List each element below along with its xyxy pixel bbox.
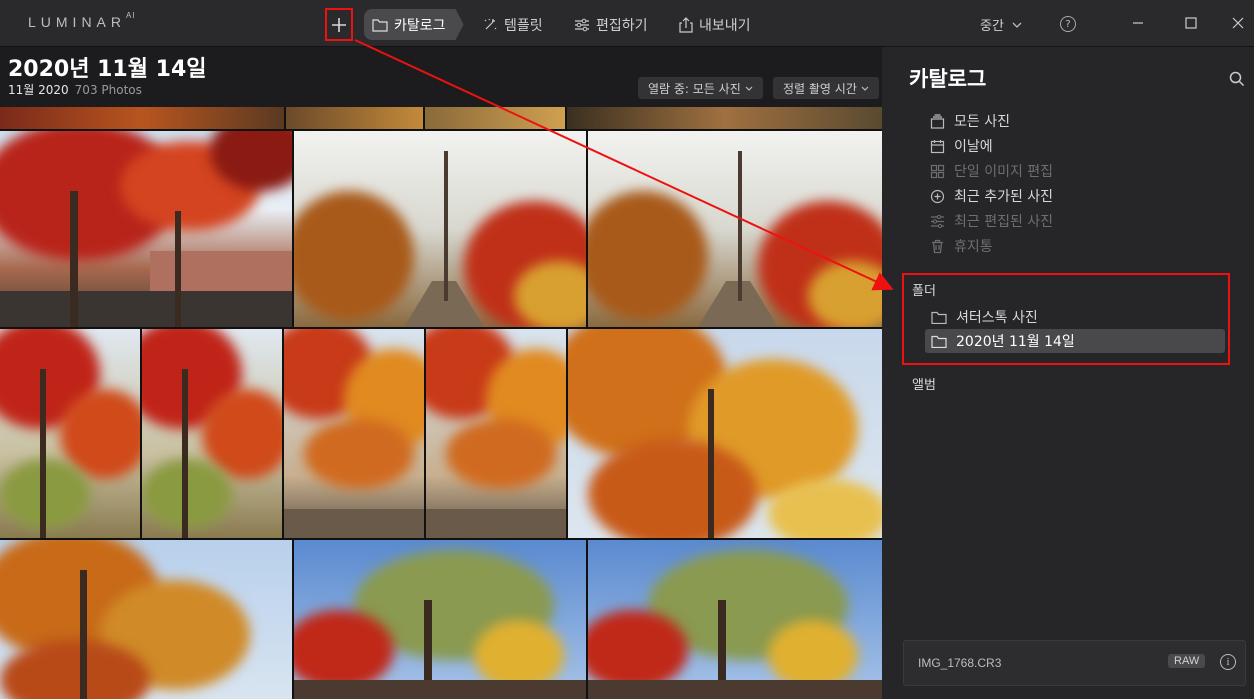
sidebar-item-label: 모든 사진 bbox=[954, 114, 1010, 130]
sidebar-item-on-this-day[interactable]: 이날에 bbox=[930, 134, 993, 158]
view-filter-dropdown[interactable]: 열람 중: 모든 사진 bbox=[638, 77, 763, 99]
gallery-title: 2020년 11월 14일 bbox=[8, 57, 207, 82]
help-icon[interactable]: ? bbox=[1060, 16, 1076, 32]
maximize-button[interactable] bbox=[1181, 13, 1201, 33]
folder-icon bbox=[372, 18, 388, 32]
plus-icon bbox=[332, 17, 346, 32]
photo-count: 703 Photos bbox=[74, 83, 142, 97]
photo-thumbnail[interactable] bbox=[284, 329, 424, 538]
zoom-label: 중간 bbox=[980, 19, 1004, 34]
add-photos-button[interactable] bbox=[325, 8, 353, 41]
photo-thumbnail[interactable] bbox=[568, 329, 882, 538]
close-button[interactable] bbox=[1228, 13, 1248, 33]
folder-item-2020-11-14[interactable]: 2020년 11월 14일 bbox=[925, 329, 1225, 353]
app-logo: LUMINARAI bbox=[28, 11, 136, 30]
catalog-sidebar: 카탈로그 모든 사진 이날에 단일 이미지 편집 최근 추가된 사진 최근 편집… bbox=[882, 47, 1254, 699]
top-bar: LUMINARAI 카탈로그 템플릿 편집하기 내보내기 중간 ? bbox=[0, 0, 1254, 47]
sparkle-icon bbox=[484, 18, 497, 29]
tab-export[interactable]: 내보내기 bbox=[671, 9, 763, 40]
folder-icon bbox=[931, 311, 947, 324]
tab-edit-label: 편집하기 bbox=[596, 17, 648, 34]
tab-templates[interactable]: 템플릿 bbox=[474, 9, 555, 40]
tab-catalog-label: 카탈로그 bbox=[394, 17, 446, 34]
folder-item-label: 2020년 11월 14일 bbox=[956, 334, 1075, 350]
photo-thumbnail[interactable] bbox=[294, 131, 586, 327]
calendar-icon bbox=[930, 139, 945, 153]
help-label: ? bbox=[1065, 18, 1071, 30]
sidebar-item-trash[interactable]: 휴지통 bbox=[930, 234, 993, 258]
view-filter-label: 열람 중: 모든 사진 bbox=[648, 81, 741, 96]
photo-thumbnail[interactable] bbox=[425, 107, 565, 129]
sidebar-item-all-photos[interactable]: 모든 사진 bbox=[930, 109, 1010, 133]
photo-thumbnail[interactable] bbox=[0, 107, 284, 129]
image-info-bar: IMG_1768.CR3 RAW i bbox=[903, 640, 1246, 686]
photo-thumbnail[interactable] bbox=[567, 107, 882, 129]
folder-item-label: 셔터스톡 사진 bbox=[956, 310, 1038, 326]
raw-badge: RAW bbox=[1168, 654, 1206, 668]
gallery-subtitle: 11월 2020 703 Photos bbox=[8, 81, 142, 98]
sidebar-item-label: 최근 추가된 사진 bbox=[954, 189, 1054, 205]
photo-thumbnail[interactable] bbox=[294, 540, 586, 699]
minimize-icon bbox=[1133, 22, 1143, 24]
chevron-down-icon bbox=[1012, 22, 1022, 28]
maximize-icon bbox=[1185, 17, 1197, 29]
photo-thumbnail[interactable] bbox=[588, 540, 882, 699]
photo-thumbnail[interactable] bbox=[142, 329, 282, 538]
photo-thumbnail[interactable] bbox=[588, 131, 882, 327]
gallery-month: 11월 2020 bbox=[8, 83, 69, 97]
folder-icon bbox=[931, 335, 947, 348]
sidebar-item-label: 휴지통 bbox=[954, 239, 993, 255]
image-filename: IMG_1768.CR3 bbox=[918, 656, 1002, 670]
photo-thumbnail[interactable] bbox=[0, 329, 140, 538]
search-icon[interactable] bbox=[1229, 71, 1245, 91]
sidebar-item-single-image-edits[interactable]: 단일 이미지 편집 bbox=[930, 159, 1053, 183]
sidebar-item-recently-edited[interactable]: 최근 편집된 사진 bbox=[930, 209, 1053, 233]
chevron-down-icon bbox=[745, 86, 753, 91]
export-icon bbox=[679, 16, 693, 33]
logo-suffix: AI bbox=[126, 11, 136, 21]
tab-catalog[interactable]: 카탈로그 bbox=[364, 9, 464, 40]
gallery-header: 2020년 11월 14일 11월 2020 703 Photos 열람 중: 모… bbox=[0, 47, 882, 107]
grid-icon bbox=[930, 164, 945, 178]
photo-grid bbox=[0, 107, 882, 699]
folder-item-shutterstock[interactable]: 셔터스톡 사진 bbox=[925, 305, 1225, 329]
plus-circle-icon bbox=[930, 189, 945, 203]
tab-templates-label: 템플릿 bbox=[504, 17, 543, 34]
minimize-button[interactable] bbox=[1128, 13, 1148, 33]
sidebar-title: 카탈로그 bbox=[909, 67, 987, 91]
photo-thumbnail[interactable] bbox=[286, 107, 423, 129]
logo-text: LUMINAR bbox=[28, 14, 127, 30]
sort-label: 정렬 촬영 시간 bbox=[783, 81, 857, 96]
trash-icon bbox=[932, 239, 943, 253]
sidebar-item-label: 단일 이미지 편집 bbox=[954, 164, 1054, 180]
stack-icon bbox=[930, 113, 945, 129]
zoom-dropdown[interactable]: 중간 bbox=[980, 15, 1022, 34]
sidebar-item-label: 이날에 bbox=[954, 139, 993, 155]
sidebar-item-label: 최근 편집된 사진 bbox=[954, 214, 1054, 230]
close-icon bbox=[1232, 17, 1244, 29]
chevron-down-icon bbox=[861, 86, 869, 91]
sidebar-item-recently-added[interactable]: 최근 추가된 사진 bbox=[930, 184, 1053, 208]
photo-thumbnail[interactable] bbox=[0, 131, 292, 327]
sliders-icon bbox=[931, 214, 944, 228]
photo-thumbnail[interactable] bbox=[0, 540, 292, 699]
info-icon[interactable]: i bbox=[1220, 654, 1236, 670]
albums-section-header[interactable]: 앨범 bbox=[912, 374, 936, 393]
tab-export-label: 내보내기 bbox=[699, 17, 751, 34]
folders-section-header[interactable]: 폴더 bbox=[912, 280, 936, 299]
photo-thumbnail[interactable] bbox=[426, 329, 566, 538]
sort-dropdown[interactable]: 정렬 촬영 시간 bbox=[773, 77, 879, 99]
tab-edit[interactable]: 편집하기 bbox=[566, 9, 660, 40]
sliders-icon bbox=[575, 18, 589, 31]
info-icon-label: i bbox=[1226, 656, 1230, 668]
